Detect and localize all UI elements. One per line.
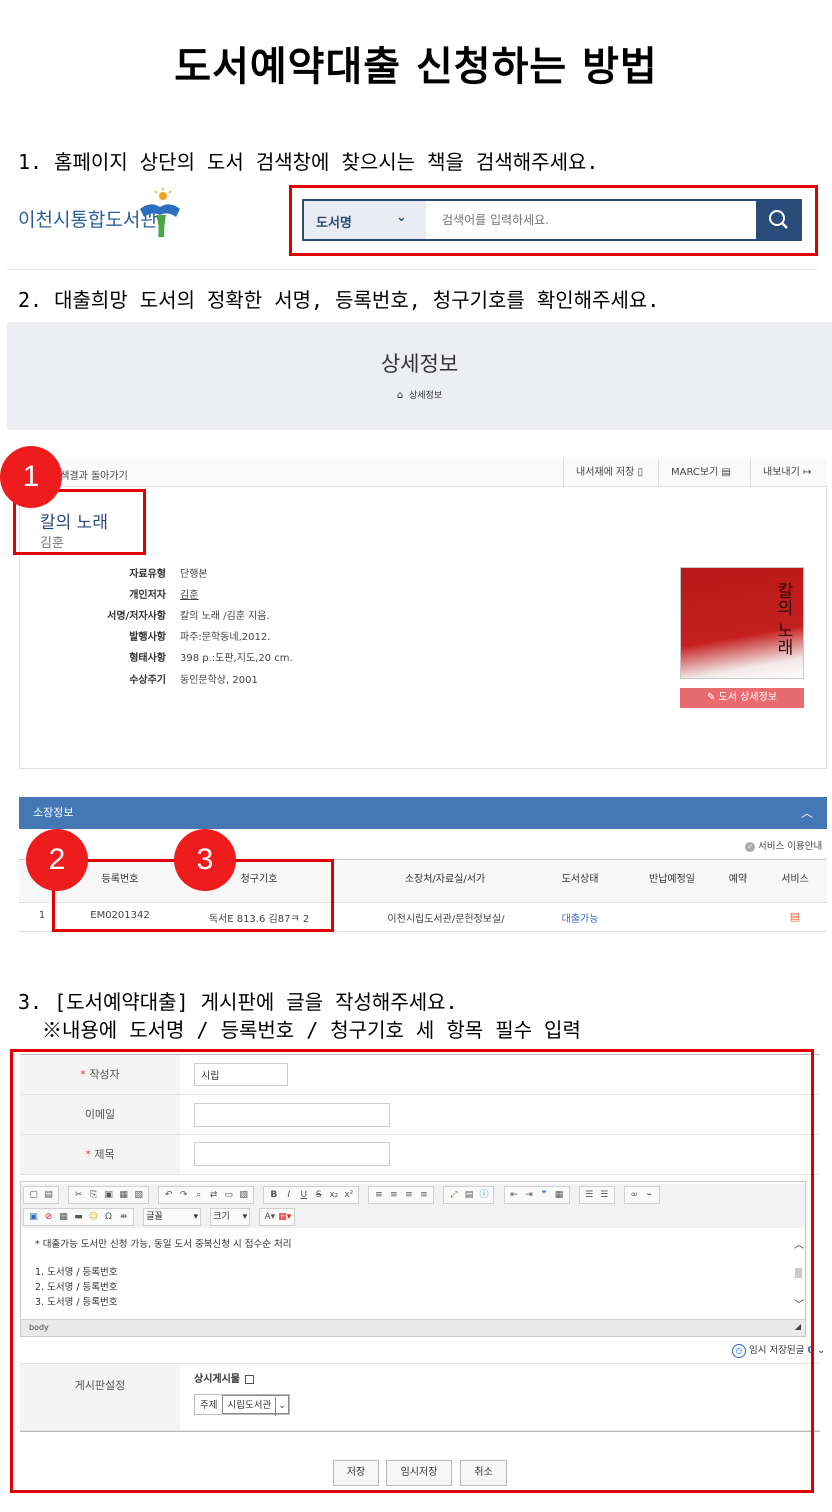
search-input[interactable] (426, 201, 756, 239)
edit-icon: ✎ (707, 692, 716, 703)
author-link[interactable]: 김훈 (180, 586, 198, 601)
col-status: 도서상태 (561, 874, 599, 885)
back-to-results-link[interactable]: 검색결과 돌아가기 (51, 467, 128, 482)
search-icon (769, 210, 788, 229)
meta-label: 자료유형 (129, 569, 166, 580)
detail-title: 상세정보 (380, 352, 459, 376)
export-button[interactable]: 내보내기 ↦ (750, 459, 826, 487)
save-to-shelf-label: 내서재에 저장 (576, 467, 635, 478)
cover-title: 칼의 노래 (773, 582, 793, 656)
service-guide-link[interactable]: ✓ 서비스 이용안내 (745, 838, 822, 852)
book-cover-image: 칼의 노래 (680, 567, 804, 679)
meta-label: 수상주기 (129, 675, 166, 686)
row-status: 대출가능 (561, 914, 599, 925)
step3-instruction: 3. [도서예약대출] 게시판에 글을 작성해주세요. (18, 990, 458, 1014)
chevron-down-icon: ⌄ (396, 210, 407, 225)
service-icon[interactable]: ▤ (788, 910, 802, 923)
meta-value: 파주:문학동네,2012. (180, 632, 271, 643)
marker-1: 1 (0, 446, 62, 508)
meta-label: 형태사항 (129, 653, 166, 664)
breadcrumb-current: 상세정보 (408, 391, 443, 401)
book-detail-button-label: 도서 상세정보 (718, 692, 777, 703)
meta-label: 개인저자 (129, 590, 166, 601)
col-reserve: 예약 (728, 874, 748, 885)
info-icon: ✓ (745, 842, 755, 852)
marker-3: 3 (174, 829, 236, 891)
chevron-down-icon: ⌄ (817, 1345, 826, 1356)
step3-note: ※내용에 도서명 / 등록번호 / 청구기호 세 항목 필수 입력 (42, 1018, 581, 1042)
holdings-header: 소장정보 ︿ (19, 797, 827, 829)
meta-label: 서명/저자사항 (107, 611, 166, 622)
col-due-date: 반납예정일 (649, 874, 695, 885)
meta-value: 동인문학상, 2001 (180, 675, 258, 686)
step2-instruction: 2. 대출희망 도서의 정확한 서명, 등록번호, 청구기호를 확인해주세요. (18, 288, 660, 312)
home-icon[interactable]: ⌂ (397, 390, 403, 401)
export-icon: ↦ (803, 467, 812, 478)
search-button[interactable] (756, 201, 802, 239)
holdings-title: 소장정보 (33, 806, 74, 819)
form-highlight-box (10, 1049, 814, 1493)
meta-value: 단행본 (180, 569, 208, 580)
col-location: 소장처/자료실/서가 (404, 874, 486, 885)
document-icon: ▤ (721, 467, 731, 478)
search-bar: 도서명 ⌄ (302, 199, 802, 241)
meta-value: 칼의 노래 /김훈 지음. (180, 611, 270, 622)
breadcrumb: ⌂ 상세정보 (7, 388, 832, 401)
divider (7, 269, 817, 270)
marc-view-label: MARC보기 (671, 467, 719, 478)
save-to-shelf-button[interactable]: 내서재에 저장 ▯ (563, 459, 658, 487)
search-type-label: 도서명 (316, 216, 352, 231)
export-label: 내보내기 (763, 467, 800, 478)
col-service: 서비스 (781, 874, 809, 885)
row-location: 이천시립도서관/문헌정보실/ (387, 914, 505, 925)
page-title: 도서예약대출 신청하는 방법 (174, 44, 658, 90)
meta-label: 발행사항 (129, 632, 166, 643)
marker-2: 2 (26, 829, 88, 891)
meta-value: 398 p.:도판,지도,20 cm. (180, 653, 293, 664)
bookmark-icon: ▯ (637, 467, 644, 478)
chevron-up-icon[interactable]: ︿ (801, 797, 813, 829)
library-logo-icon (140, 188, 180, 237)
marc-view-button[interactable]: MARC보기 ▤ (658, 459, 750, 487)
row-number: 1 (38, 910, 46, 921)
book-detail-button[interactable]: ✎ 도서 상세정보 (680, 688, 804, 708)
step1-instruction: 1. 홈페이지 상단의 도서 검색창에 찾으시는 책을 검색해주세요. (18, 150, 599, 174)
service-guide-label: 서비스 이용안내 (758, 841, 823, 852)
detail-header: 상세정보 ⌂ 상세정보 (7, 322, 832, 430)
detail-toolbar: 검색결과 돌아가기 내서재에 저장 ▯ MARC보기 ▤ 내보내기 ↦ (19, 459, 827, 487)
search-type-select[interactable]: 도서명 ⌄ (304, 201, 426, 239)
